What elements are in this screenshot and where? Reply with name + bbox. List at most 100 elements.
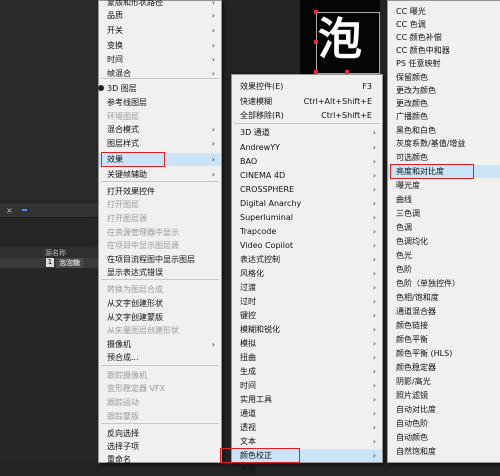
main-menu-item-19[interactable]: 显示表达式错误 — [99, 266, 221, 279]
main-menu-item-21[interactable]: 从文字创建形状 — [99, 297, 221, 310]
color-menu-item-0[interactable]: CC 曝光 — [388, 5, 500, 18]
close-icon[interactable]: × — [6, 206, 13, 215]
main-menu-item-label: 从矢量图层创建形状 — [107, 326, 179, 335]
color-menu-item-28[interactable]: 照片滤镜 — [388, 389, 500, 402]
effects-menu-item-1[interactable]: 快速模糊 Ctrl+Alt+Shift+E — [232, 95, 382, 108]
color-menu-item-19[interactable]: 色阶 — [388, 263, 500, 276]
effects-menu-item-4[interactable]: AndrewYY › — [232, 141, 382, 154]
submenu-arrow-icon: › — [211, 340, 215, 349]
main-menu-item-3[interactable]: 变换 › — [99, 39, 221, 52]
main-menu-item-18[interactable]: 在项目流程图中显示图层 — [99, 253, 221, 266]
color-menu-item-29[interactable]: 自动对比度 — [388, 403, 500, 416]
effects-menu-item-12[interactable]: 表达式控制 › — [232, 253, 382, 266]
main-menu-item-31[interactable]: 选择子项 — [99, 440, 221, 453]
effects-menu-item-0[interactable]: 效果控件(E) F3 — [232, 80, 382, 93]
main-menu-item-32[interactable]: 重命名 — [99, 453, 221, 466]
submenu-arrow-icon: › — [372, 409, 376, 418]
effects-menu-item-14[interactable]: 过渡 › — [232, 281, 382, 294]
color-menu-item-31[interactable]: 自动颜色 — [388, 431, 500, 444]
color-menu-item-label: 保留颜色 — [396, 73, 428, 82]
main-menu-item-12[interactable]: 关键帧辅助 › — [99, 168, 221, 181]
effects-menu-item-27[interactable]: 音频 › — [232, 463, 382, 476]
main-menu-item-25[interactable]: 预合成... — [99, 351, 221, 364]
color-menu-item-1[interactable]: CC 色调 — [388, 18, 500, 31]
color-menu-item-24[interactable]: 颜色平衡 — [388, 333, 500, 346]
color-menu-item-25[interactable]: 颜色平衡 (HLS) — [388, 347, 500, 360]
effects-menu-item-21[interactable]: 时间 › — [232, 379, 382, 392]
effects-menu-item-25[interactable]: 文本 › — [232, 435, 382, 448]
color-menu-item-18[interactable]: 色光 — [388, 249, 500, 262]
main-menu-item-13[interactable]: 打开效果控件 — [99, 185, 221, 198]
tab-indicator — [22, 209, 27, 211]
effects-menu-item-17[interactable]: 模糊和锐化 › — [232, 323, 382, 336]
transform-handle[interactable] — [314, 10, 318, 14]
main-menu-item-6[interactable]: 3D 图层 — [98, 82, 221, 95]
main-menu-item-label: 参考线图层 — [107, 98, 147, 107]
effects-menu-item-9[interactable]: Superluminal › — [232, 211, 382, 224]
radio-dot-icon — [98, 85, 104, 91]
effects-menu-item-5[interactable]: BAO › — [232, 155, 382, 168]
main-menu-item-10[interactable]: 图层样式 › — [99, 137, 221, 150]
color-menu-item-label: PS 任意映射 — [396, 59, 441, 68]
main-menu-item-30[interactable]: 反向选择 — [99, 427, 221, 440]
color-menu-item-27[interactable]: 阴影/高光 — [388, 375, 500, 388]
main-menu-item-20: 转换为图层合成 — [99, 283, 221, 296]
effects-menu-item-3[interactable]: 3D 通道 › — [232, 126, 382, 139]
color-menu-item-22[interactable]: 通道混合器 — [388, 305, 500, 318]
effects-menu-item-23[interactable]: 通道 › — [232, 407, 382, 420]
effects-menu-item-10[interactable]: Trapcode › — [232, 225, 382, 238]
effects-menu-item-13[interactable]: 风格化 › — [232, 267, 382, 280]
main-menu-item-22[interactable]: 从文字创建蒙版 — [99, 311, 221, 324]
layer-row[interactable]: 1 泡泡糖 — [0, 258, 100, 268]
main-menu-item-15: 打开图层源 — [99, 212, 221, 225]
color-menu-item-11[interactable]: 可选颜色 — [388, 151, 500, 164]
color-menu-item-30[interactable]: 自动色阶 — [388, 417, 500, 430]
color-menu-item-label: 色相/饱和度 — [396, 293, 439, 302]
main-menu-item-2[interactable]: 开关 › — [99, 24, 221, 37]
main-menu-item-7[interactable]: 参考线图层 — [99, 96, 221, 109]
effects-menu-item-2[interactable]: 全部移除(R) Ctrl+Shift+E — [232, 109, 382, 122]
column-header: 源名称 — [0, 247, 100, 258]
effects-menu-item-11[interactable]: Video Copilot › — [232, 239, 382, 252]
main-menu-item-4[interactable]: 时间 › — [99, 53, 221, 66]
submenu-arrow-icon: › — [372, 269, 376, 278]
color-menu-item-2[interactable]: CC 颜色补偿 — [388, 31, 500, 44]
color-menu-item-9[interactable]: 黑色和白色 — [388, 124, 500, 137]
effects-menu-item-7[interactable]: CROSSPHERE › — [232, 183, 382, 196]
color-menu-item-8[interactable]: 广播颜色 — [388, 110, 500, 123]
main-menu-item-1[interactable]: 品质 › — [99, 9, 221, 22]
color-menu-item-23[interactable]: 颜色链接 — [388, 319, 500, 332]
color-menu-item-16[interactable]: 色调 — [388, 221, 500, 234]
color-menu-item-14[interactable]: 曲线 — [388, 193, 500, 206]
effects-menu-item-22[interactable]: 实用工具 › — [232, 393, 382, 406]
color-menu-item-17[interactable]: 色调均化 — [388, 235, 500, 248]
main-menu-item-24[interactable]: 摄像机 › — [99, 338, 221, 351]
main-menu-item-9[interactable]: 混合模式 › — [99, 123, 221, 136]
effects-menu-item-24[interactable]: 透视 › — [232, 421, 382, 434]
effects-menu-item-6[interactable]: CINEMA 4D › — [232, 169, 382, 182]
color-menu-item-20[interactable]: 色阶（单独控件） — [388, 277, 500, 290]
effects-menu-item-20[interactable]: 生成 › — [232, 365, 382, 378]
color-menu-item-7[interactable]: 更改颜色 — [388, 97, 500, 110]
color-menu-item-26[interactable]: 颜色稳定器 — [388, 361, 500, 374]
source-name-header[interactable]: 源名称 — [45, 248, 66, 258]
effects-menu-item-16[interactable]: 键控 › — [232, 309, 382, 322]
color-menu-item-4[interactable]: PS 任意映射 — [388, 57, 500, 70]
color-menu-item-3[interactable]: CC 颜色中和器 — [388, 44, 500, 57]
main-menu-item-0[interactable]: 蒙版和形状路径 › — [99, 0, 221, 9]
effects-menu-item-19[interactable]: 扭曲 › — [232, 351, 382, 364]
color-menu-item-32[interactable]: 自然饱和度 — [388, 445, 500, 458]
effects-menu-item-8[interactable]: Digital Anarchy › — [232, 197, 382, 210]
transform-handle[interactable] — [314, 40, 318, 44]
layer-name[interactable]: 泡泡糖 — [56, 258, 83, 268]
color-menu-item-10[interactable]: 灰度系数/基值/增益 — [388, 137, 500, 150]
color-menu-item-6[interactable]: 更改为颜色 — [388, 84, 500, 97]
color-menu-item-15[interactable]: 三色调 — [388, 207, 500, 220]
effects-menu-item-18[interactable]: 模拟 › — [232, 337, 382, 350]
color-menu-item-13[interactable]: 曝光度 — [388, 179, 500, 192]
color-menu-item-label: 灰度系数/基值/增益 — [396, 139, 466, 148]
panel-tab-strip — [0, 203, 100, 218]
color-menu-item-21[interactable]: 色相/饱和度 — [388, 291, 500, 304]
effects-menu-item-15[interactable]: 过时 › — [232, 295, 382, 308]
color-menu-item-5[interactable]: 保留颜色 — [388, 71, 500, 84]
